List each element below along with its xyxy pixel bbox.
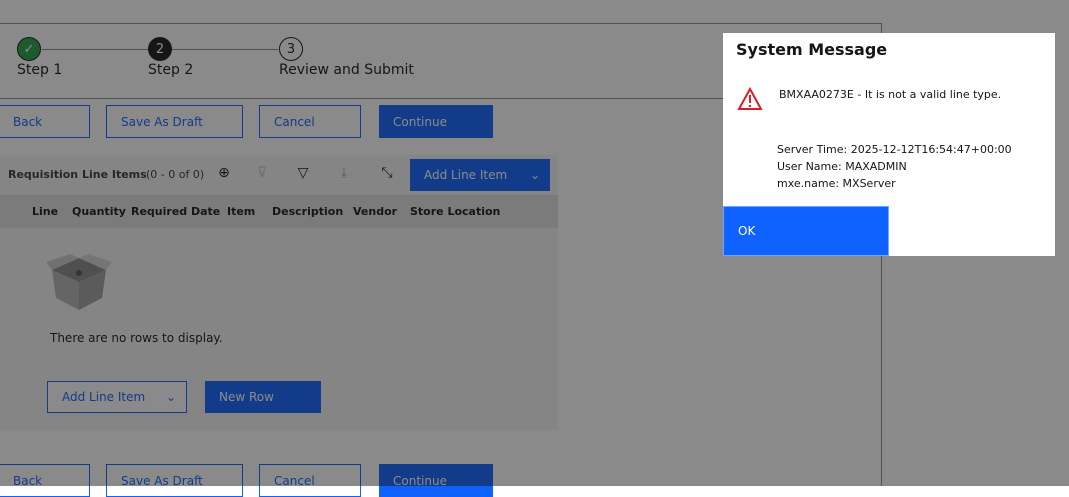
ok-button[interactable]: OK: [723, 206, 889, 256]
server-time: Server Time: 2025-12-12T16:54:47+00:00: [777, 143, 1012, 156]
system-message-dialog: System Message BMXAA0273E - It is not a …: [723, 33, 1055, 256]
warning-icon: [737, 87, 763, 110]
dialog-title: System Message: [736, 40, 888, 59]
user-name: User Name: MAXADMIN: [777, 160, 907, 173]
server-name: mxe.name: MXServer: [777, 177, 896, 190]
error-message: BMXAA0273E - It is not a valid line type…: [779, 88, 1002, 101]
error-details: Server Time: 2025-12-12T16:54:47+00:00 U…: [777, 141, 1012, 192]
